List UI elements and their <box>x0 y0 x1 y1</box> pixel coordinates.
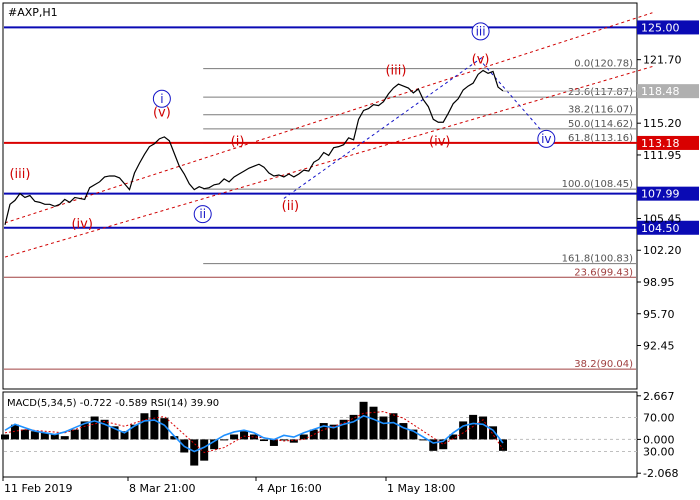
price-axis-label: 115.20 <box>643 117 682 130</box>
time-axis-label: 4 Apr 16:00 <box>257 482 322 495</box>
time-axis-label: 1 May 18:00 <box>387 482 455 495</box>
fib-level-label: 100.0(108.45) <box>562 179 634 190</box>
wave-label-red: (iv) <box>429 135 450 150</box>
fib-level-label-lower: 23.6(99.43) <box>574 267 633 278</box>
macd-histogram-bar <box>459 421 468 440</box>
price-chart: #AXP,H1 0.0(120.78)23.6(117.87)38.2(116.… <box>1 2 699 495</box>
wave-label-red: (iii) <box>9 167 30 182</box>
macd-axis-label: 2.667 <box>643 390 675 403</box>
fib-level-label: 38.2(116.07) <box>568 105 633 116</box>
macd-histogram-bar <box>150 409 159 440</box>
key-level-tag-label: 125.00 <box>641 21 680 34</box>
macd-histogram-bar <box>379 416 388 440</box>
macd-histogram-bar <box>20 429 29 440</box>
time-axis-label: 11 Feb 2019 <box>4 482 72 495</box>
key-level-tag-label: 107.99 <box>641 188 680 201</box>
macd-axis-label: -2.068 <box>643 467 678 480</box>
fib-level-label-lower: 38.2(90.04) <box>574 359 633 370</box>
price-axis-label: 92.45 <box>643 340 675 353</box>
macd-histogram-bar <box>259 439 268 442</box>
wave-label-blue: ii <box>199 207 206 221</box>
macd-histogram-bar <box>299 434 308 440</box>
wave-label-red: (iii) <box>385 63 406 78</box>
main-panel-frame <box>2 2 638 390</box>
macd-histogram-bar <box>359 401 368 440</box>
wave-label-blue: iii <box>476 24 486 38</box>
time-axis-label: 8 Mar 21:00 <box>129 482 195 495</box>
macd-histogram-bar <box>220 439 229 441</box>
macd-histogram-bar <box>349 414 358 440</box>
price-axis-label: 95.70 <box>643 308 675 321</box>
macd-axis-label: 0.000 <box>643 433 675 446</box>
macd-histogram-bar <box>230 434 239 440</box>
rsi-axis-label: 30.00 <box>643 446 675 459</box>
macd-histogram-bar <box>389 413 398 440</box>
symbol-title: #AXP,H1 <box>8 6 58 19</box>
wave-label-red: (i) <box>231 135 245 150</box>
macd-histogram-bar <box>339 419 348 440</box>
wave-label-blue: i <box>160 92 163 106</box>
macd-histogram-bar <box>90 416 99 440</box>
macd-histogram-bar <box>60 436 69 440</box>
macd-histogram-bar <box>70 429 79 440</box>
fib-level-label: 161.8(100.83) <box>562 254 634 265</box>
rsi-axis-label: 70.00 <box>643 412 675 425</box>
macd-histogram-bar <box>469 414 478 440</box>
price-axis-label: 98.95 <box>643 276 675 289</box>
price-axis-label: 111.95 <box>643 149 682 162</box>
macd-histogram-bar <box>369 406 378 440</box>
wave-label-red: (v) <box>472 53 490 68</box>
wave-label-blue: iv <box>541 132 551 146</box>
macd-histogram-bar <box>1 434 9 440</box>
price-axis-label: 102.20 <box>643 244 682 257</box>
fib-level-label: 50.0(114.62) <box>568 119 633 130</box>
price-axis-label: 105.45 <box>643 212 682 225</box>
macd-histogram-bar <box>190 439 199 466</box>
wave-label-red: (ii) <box>282 199 299 214</box>
wave-label-red: (iv) <box>71 217 92 232</box>
indicator-label: MACD(5,34,5) -0.722 -0.589 RSI(14) 39.90 <box>7 398 219 409</box>
macd-histogram-bar <box>140 413 149 440</box>
current-price-label: 118.48 <box>641 85 680 98</box>
price-axis-label: 121.70 <box>643 54 682 67</box>
macd-histogram-bar <box>30 431 39 440</box>
fib-level-label: 0.0(120.78) <box>574 59 633 70</box>
